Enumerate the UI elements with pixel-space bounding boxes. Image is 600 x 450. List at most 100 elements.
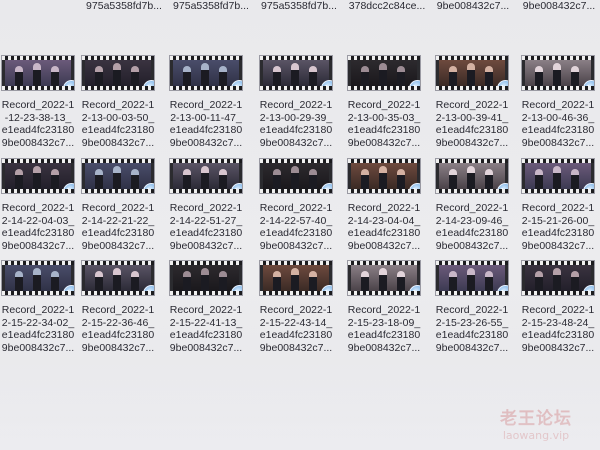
file-name-line: Record_2022-1 [169,202,243,214]
thumbnail-figure [291,63,299,86]
file-name-label: Record_2022-1 2-15-21-26-00_ e1ead4fc23180… [514,202,600,252]
thumbnail-figure [183,271,191,291]
video-thumbnail-icon[interactable] [259,55,333,91]
file-item[interactable]: Record_2022-1 2-13-00-11-47_ e1ead4fc23180… [162,55,250,149]
file-name-line: 9be008432c7... [1,341,75,354]
file-name-label: Record_2022-1 2-14-22-57-40_ e1ead4fc23180… [252,202,340,252]
thumbnail-scene [85,265,151,291]
media-player-badge-icon [497,183,508,193]
file-item[interactable]: Record_2022-1 2-15-22-36-46_ e1ead4fc23180… [74,260,162,354]
file-item[interactable]: Record_2022-1 2-14-22-51-27_ e1ead4fc23180… [162,158,250,252]
thumbnail-scene [439,163,505,189]
thumbnail-figure [273,271,281,291]
file-item[interactable]: Record_2022-1 2-14-22-57-40_ e1ead4fc23180… [252,158,340,252]
file-name-line: 2-13-00-03-50_ [81,111,155,124]
file-name-line: 9be008432c7... [81,341,155,354]
thumbnail-figure [379,166,387,189]
thumbnail-figure [485,169,493,189]
thumbnail-figure [219,169,227,189]
thumbnail-scene [351,163,417,189]
video-thumbnail-icon[interactable] [347,260,421,296]
thumbnail-figure [535,271,543,291]
file-item[interactable]: Record_2022-1 -12-23-38-13_ e1ead4fc23180 9… [0,55,82,149]
file-item[interactable]: Record_2022-1 2-15-22-41-13_ e1ead4fc23180… [162,260,250,354]
video-thumbnail-icon[interactable] [81,158,155,194]
watermark-url: laowang.vip [502,429,570,442]
thumbnail-figure [361,169,369,189]
video-thumbnail-icon[interactable] [521,55,595,91]
file-name-line: Record_2022-1 [169,304,243,316]
file-name-top-2[interactable]: 975a5358fd7b... [168,0,254,12]
file-name-top-4[interactable]: 378dcc2c84ce... [344,0,430,12]
file-name-line: e1ead4fc23180 [435,124,509,136]
file-name-line: -12-23-38-13_ [4,111,72,124]
thumbnail-scene [85,163,151,189]
file-name-line: e1ead4fc23180 [347,124,421,136]
video-thumbnail-icon[interactable] [169,158,243,194]
file-name-line: e1ead4fc23180 [1,227,75,239]
video-thumbnail-icon[interactable] [435,55,509,91]
media-player-badge-icon [143,285,154,295]
video-thumbnail-icon[interactable] [1,158,75,194]
file-name-label: Record_2022-1 2-14-22-04-03_ e1ead4fc23180… [0,202,82,252]
file-item[interactable]: Record_2022-1 2-14-23-09-46_ e1ead4fc23180… [428,158,516,252]
video-thumbnail-icon[interactable] [169,55,243,91]
file-name-top-1[interactable]: 975a5358fd7b... [81,0,167,12]
file-name-line: 9be008432c7... [521,341,595,354]
file-name-line: 2-13-00-39-41_ [435,111,509,124]
thumbnail-scene [525,163,591,189]
file-item[interactable]: Record_2022-1 2-15-22-43-14_ e1ead4fc23180… [252,260,340,354]
file-item[interactable]: Record_2022-1 2-13-00-35-03_ e1ead4fc23180… [340,55,428,149]
thumbnail-scene [263,60,329,86]
file-item[interactable]: Record_2022-1 2-14-23-04-04_ e1ead4fc23180… [340,158,428,252]
video-thumbnail-icon[interactable] [521,158,595,194]
video-thumbnail-icon[interactable] [435,158,509,194]
file-name-line: e1ead4fc23180 [1,124,75,136]
file-name-label: Record_2022-1 2-13-00-11-47_ e1ead4fc23180… [162,99,250,149]
video-thumbnail-icon[interactable] [1,55,75,91]
video-thumbnail-icon[interactable] [259,260,333,296]
file-name-line: 9be008432c7... [81,239,155,252]
file-item[interactable]: Record_2022-1 2-15-23-48-24_ e1ead4fc23180… [514,260,600,354]
file-item[interactable]: Record_2022-1 2-15-21-26-00_ e1ead4fc23180… [514,158,600,252]
video-thumbnail-icon[interactable] [1,260,75,296]
video-thumbnail-icon[interactable] [347,55,421,91]
file-name-label: Record_2022-1 -12-23-38-13_ e1ead4fc23180 9… [0,99,82,149]
thumbnail-figure [219,271,227,291]
file-name-line: 9be008432c7... [435,239,509,252]
video-thumbnail-icon[interactable] [435,260,509,296]
file-name-label: Record_2022-1 2-15-23-48-24_ e1ead4fc23180… [514,304,600,354]
file-name-line: e1ead4fc23180 [435,329,509,341]
video-thumbnail-icon[interactable] [259,158,333,194]
video-thumbnail-icon[interactable] [347,158,421,194]
file-name-line: 9be008432c7... [169,341,243,354]
video-thumbnail-icon[interactable] [81,55,155,91]
file-name-top-6[interactable]: 9be008432c7... [516,0,600,12]
file-name-label: Record_2022-1 2-15-22-34-02_ e1ead4fc23180… [0,304,82,354]
file-name-label: Record_2022-1 2-15-22-43-14_ e1ead4fc23180… [252,304,340,354]
file-item[interactable]: Record_2022-1 2-15-22-34-02_ e1ead4fc23180… [0,260,82,354]
file-item[interactable]: Record_2022-1 2-14-22-21-22_ e1ead4fc23180… [74,158,162,252]
file-item[interactable]: Record_2022-1 2-13-00-46-36_ e1ead4fc23180… [514,55,600,149]
file-name-line: 2-15-22-43-14_ [259,316,333,329]
file-item[interactable]: Record_2022-1 2-14-22-04-03_ e1ead4fc23180… [0,158,82,252]
file-name-top-5[interactable]: 9be008432c7... [430,0,516,12]
file-name-line: 2-14-23-09-46_ [435,214,509,227]
thumbnail-figure [51,66,59,86]
thumbnail-figure [51,169,59,189]
thumbnail-scene [173,265,239,291]
video-thumbnail-icon[interactable] [81,260,155,296]
file-name-line: 2-14-23-04-04_ [347,214,421,227]
video-thumbnail-icon[interactable] [521,260,595,296]
video-thumbnail-icon[interactable] [169,260,243,296]
file-item[interactable]: Record_2022-1 2-15-23-18-09_ e1ead4fc23180… [340,260,428,354]
file-name-line: Record_2022-1 [259,99,333,111]
file-name-line: 9be008432c7... [435,136,509,149]
file-name-line: Record_2022-1 [521,202,595,214]
file-item[interactable]: Record_2022-1 2-15-23-26-55_ e1ead4fc23180… [428,260,516,354]
file-name-top-3[interactable]: 975a5358fd7b... [256,0,342,12]
file-item[interactable]: Record_2022-1 2-13-00-39-41_ e1ead4fc23180… [428,55,516,149]
file-item[interactable]: Record_2022-1 2-13-00-03-50_ e1ead4fc23180… [74,55,162,149]
file-name-line: 2-13-00-46-36_ [521,111,595,124]
file-item[interactable]: Record_2022-1 2-13-00-29-39_ e1ead4fc23180… [252,55,340,149]
